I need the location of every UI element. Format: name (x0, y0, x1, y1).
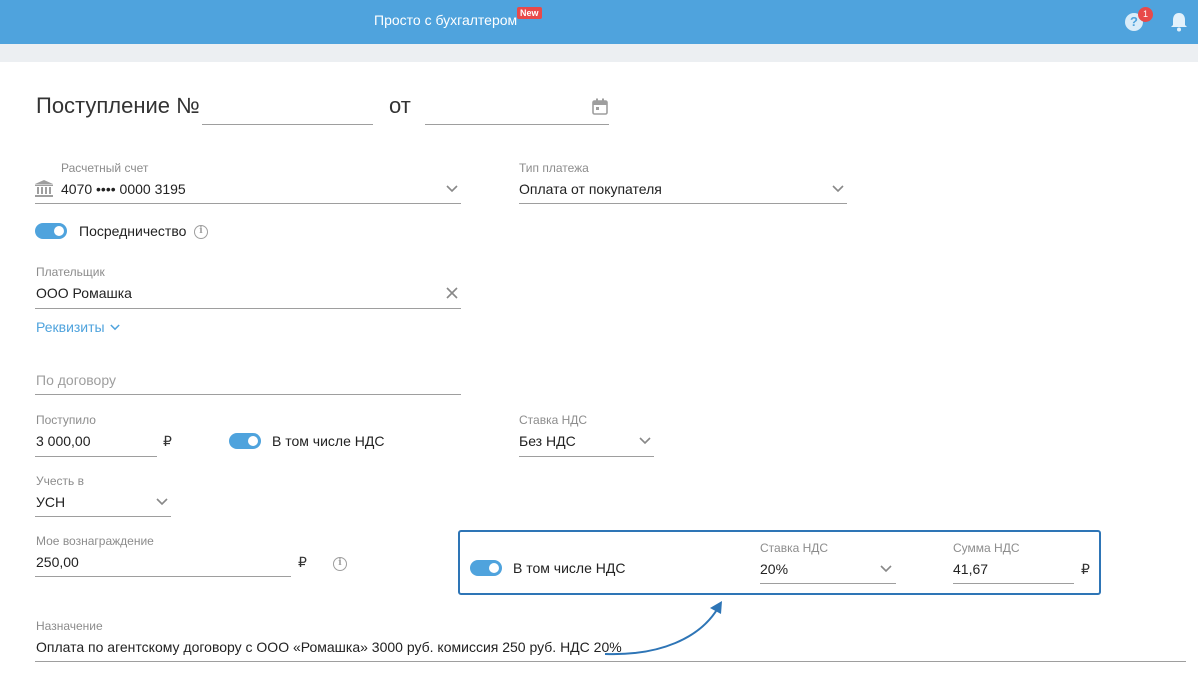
vat-included-label: В том числе НДС (272, 433, 385, 449)
date-from-label: от (389, 93, 411, 118)
reward-vat-rate-chevron-down-icon[interactable] (880, 565, 892, 573)
reward-vat-sum-underline (953, 583, 1074, 584)
account-in-underline (35, 516, 171, 517)
vat-rate-underline (519, 456, 654, 457)
mediation-label: Посредничество (79, 223, 187, 239)
account-in-chevron-down-icon[interactable] (156, 498, 168, 506)
payment-type-value[interactable]: Оплата от покупателя (519, 181, 662, 197)
reward-currency: ₽ (298, 554, 307, 570)
received-currency: ₽ (163, 433, 172, 449)
reward-vat-rate-label: Ставка НДС (760, 541, 829, 555)
vat-included-toggle[interactable] (229, 433, 261, 449)
received-label: Поступило (36, 413, 96, 427)
help-count-badge: 1 (1138, 7, 1153, 22)
account-chevron-down-icon[interactable] (446, 185, 458, 193)
bank-icon (35, 180, 53, 197)
payer-value[interactable]: ООО Ромашка (36, 285, 132, 301)
number-input[interactable] (202, 124, 373, 125)
reward-info-icon[interactable]: i (333, 557, 347, 571)
reward-vat-rate-value[interactable]: 20% (760, 561, 788, 577)
payer-label: Плательщик (36, 265, 105, 279)
contract-underline (35, 394, 461, 395)
requisites-chevron-down-icon[interactable] (110, 324, 120, 331)
page-title: Поступление № (36, 93, 200, 118)
payment-type-label: Тип платежа (519, 161, 589, 175)
account-in-value[interactable]: УСН (36, 494, 65, 510)
vat-rate-value[interactable]: Без НДС (519, 433, 576, 449)
reward-vat-toggle-label: В том числе НДС (513, 560, 626, 576)
payment-type-underline (519, 203, 847, 204)
account-in-label: Учесть в (36, 474, 85, 488)
new-badge: New (517, 7, 542, 19)
reward-label: Мое вознаграждение (36, 534, 154, 548)
sub-bar (0, 44, 1198, 62)
received-value[interactable]: 3 000,00 (36, 433, 91, 449)
mediation-toggle[interactable] (35, 223, 67, 239)
clear-payer-close-icon[interactable] (446, 287, 458, 299)
purpose-value[interactable]: Оплата по агентскому договору с ООО «Ром… (36, 639, 622, 655)
requisites-link[interactable]: Реквизиты (36, 319, 105, 335)
purpose-underline (35, 661, 1186, 662)
account-underline (35, 203, 461, 204)
reward-vat-rate-underline (760, 583, 896, 584)
account-label: Расчетный счет (61, 161, 149, 175)
purpose-label: Назначение (36, 619, 103, 633)
header-link[interactable]: Просто с бухгалтером (374, 12, 517, 28)
received-underline (35, 456, 157, 457)
date-input[interactable] (425, 124, 609, 125)
contract-placeholder[interactable]: По договору (36, 372, 116, 388)
mediation-info-icon[interactable]: i (194, 225, 208, 239)
reward-vat-sum-value[interactable]: 41,67 (953, 561, 988, 577)
account-value[interactable]: 4070 •••• 0000 3195 (61, 181, 186, 197)
reward-vat-sum-label: Сумма НДС (953, 541, 1020, 555)
vat-rate-label: Ставка НДС (519, 413, 588, 427)
payer-underline (35, 308, 461, 309)
reward-value[interactable]: 250,00 (36, 554, 79, 570)
calendar-icon[interactable] (592, 98, 608, 115)
vat-rate-chevron-down-icon[interactable] (639, 437, 651, 445)
reward-underline (35, 576, 291, 577)
reward-vat-toggle[interactable] (470, 560, 502, 576)
bell-icon[interactable] (1170, 12, 1188, 32)
top-bar (0, 0, 1198, 44)
reward-vat-sum-currency: ₽ (1081, 561, 1090, 577)
payment-type-chevron-down-icon[interactable] (832, 185, 844, 193)
